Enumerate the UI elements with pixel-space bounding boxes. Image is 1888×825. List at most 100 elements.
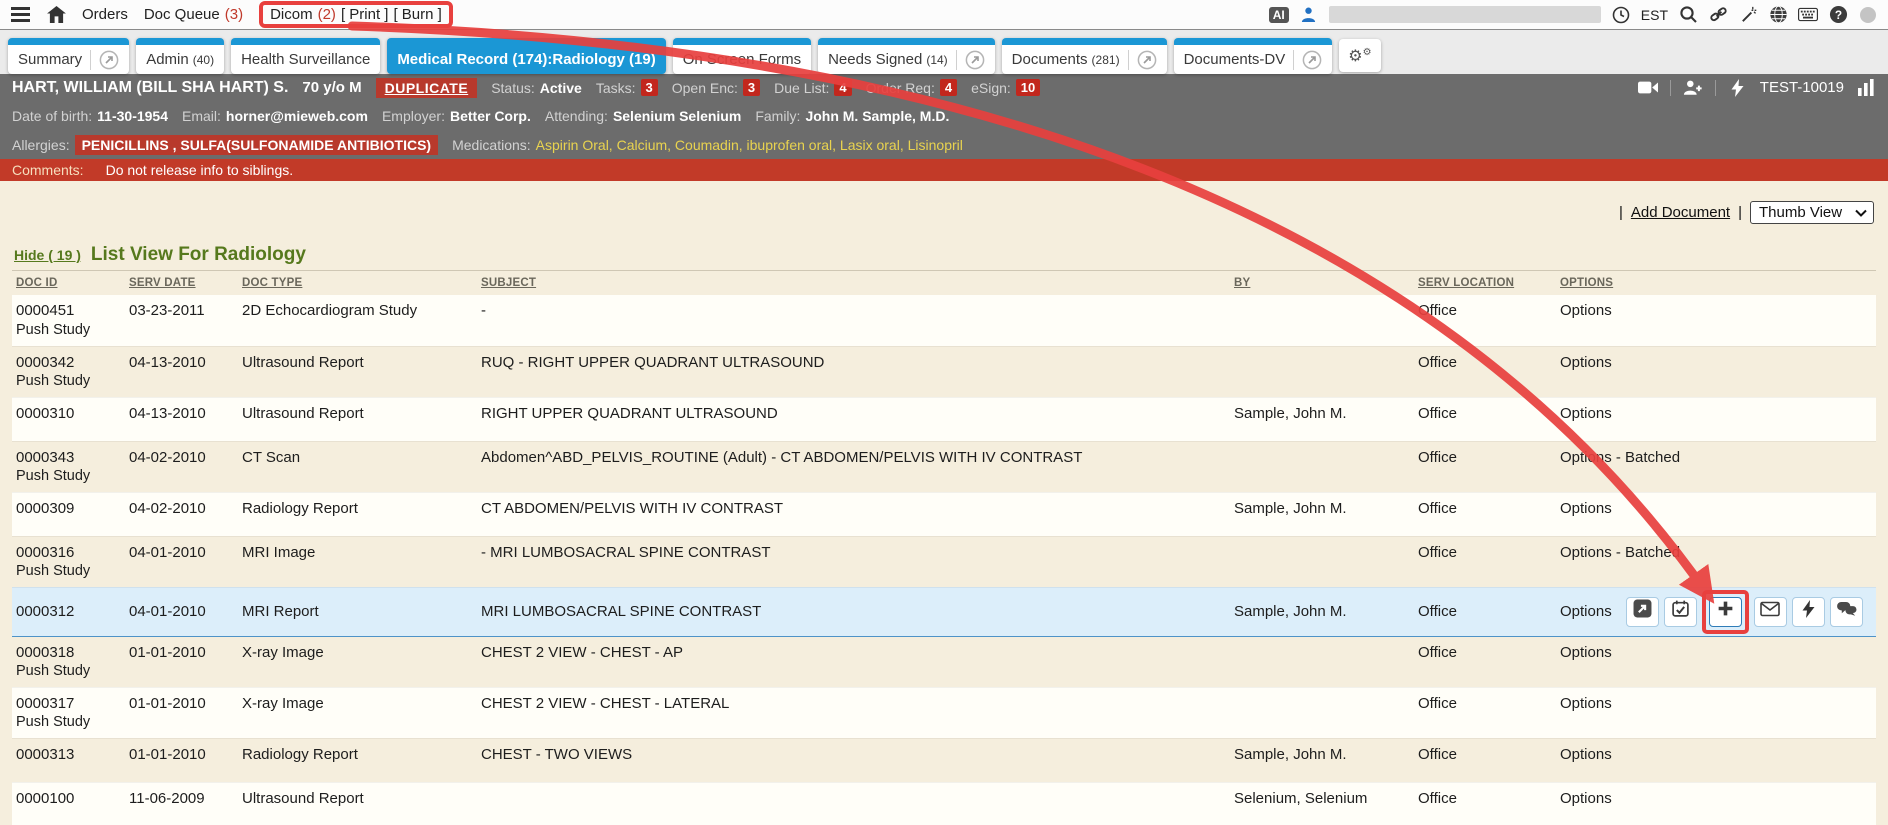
hamburger-menu-icon[interactable] (10, 5, 30, 25)
chart-id[interactable]: TEST-10019 (1760, 79, 1844, 96)
wand-icon[interactable] (1738, 5, 1758, 25)
doc-id-link[interactable]: 0000310 (16, 404, 121, 424)
push-study-link[interactable]: Push Study (16, 713, 121, 732)
table-row[interactable]: 0000342Push Study04-13-2010Ultrasound Re… (12, 346, 1876, 397)
nav-orders[interactable]: Orders (82, 6, 128, 23)
column-header-serv-location[interactable]: SERV LOCATION (1414, 271, 1556, 296)
email-button[interactable] (1754, 597, 1787, 627)
push-study-link[interactable]: Push Study (16, 321, 121, 340)
help-icon[interactable]: ? (1828, 5, 1848, 25)
tab-on-screen-forms[interactable]: On Screen Forms (673, 38, 811, 74)
table-row[interactable]: 000010011-06-2009Ultrasound ReportSeleni… (12, 782, 1876, 825)
counter-badge[interactable]: 3 (743, 79, 760, 96)
table-row[interactable]: 0000317Push Study01-01-2010X-ray ImageCH… (12, 687, 1876, 738)
user-icon[interactable] (1299, 5, 1319, 25)
cell-doc-id: 0000310 (12, 397, 125, 441)
link-icon[interactable] (1708, 5, 1728, 25)
add-user-icon[interactable] (1683, 78, 1703, 98)
table-row[interactable]: 000031301-01-2010Radiology ReportCHEST -… (12, 738, 1876, 782)
doc-id-link[interactable]: 0000317 (16, 694, 121, 714)
open-new-window-icon[interactable] (1128, 50, 1157, 70)
comments-button[interactable] (1830, 597, 1863, 627)
globe-icon[interactable] (1768, 5, 1788, 25)
push-study-link[interactable]: Push Study (16, 662, 121, 681)
options-link[interactable]: Options (1560, 602, 1612, 622)
doc-id-link[interactable]: 0000343 (16, 448, 121, 468)
doc-id-link[interactable]: 0000312 (16, 602, 121, 622)
table-row[interactable]: 000030904-02-2010Radiology ReportCT ABDO… (12, 492, 1876, 536)
open-new-window-icon[interactable] (1293, 50, 1322, 70)
options-link[interactable]: Options (1560, 404, 1612, 424)
doc-id-link[interactable]: 0000316 (16, 543, 121, 563)
cell-by (1230, 441, 1414, 492)
quick-bolt-icon[interactable] (1728, 78, 1748, 98)
counter-badge[interactable]: 4 (940, 79, 957, 96)
cell-subject: RIGHT UPPER QUADRANT ULTRASOUND (477, 397, 1230, 441)
add-document-link[interactable]: Add Document (1631, 204, 1730, 221)
duplicate-badge[interactable]: DUPLICATE (376, 78, 478, 98)
medications-list[interactable]: Aspirin Oral, Calcium, Coumadin, ibuprof… (536, 137, 963, 153)
tab-admin[interactable]: Admin(40) (136, 38, 224, 74)
counter-badge[interactable]: 3 (641, 79, 658, 96)
table-row[interactable]: 0000343Push Study04-02-2010CT ScanAbdome… (12, 441, 1876, 492)
keyboard-icon[interactable] (1798, 5, 1818, 25)
nav-dicom-annotated[interactable]: Dicom (2) [ Print ] [ Burn ] (259, 1, 453, 28)
tab-health-surveillance[interactable]: Health Surveillance (231, 38, 380, 74)
hide-link[interactable]: Hide ( 19 ) (14, 247, 81, 263)
tab-settings[interactable]: ⚙⚙ (1339, 39, 1380, 72)
options-link[interactable]: Options (1560, 694, 1612, 714)
add-to-dicom-button[interactable] (1709, 597, 1742, 627)
counter-badge[interactable]: 10 (1016, 79, 1040, 96)
allergy-badge[interactable]: PENICILLINS , SULFA(SULFONAMIDE ANTIBIOT… (75, 135, 438, 155)
nav-dicom-burn[interactable]: [ Burn ] (393, 6, 441, 23)
tab-medical-record-174-radiology-19[interactable]: Medical Record (174):Radiology (19) (387, 38, 665, 74)
schedule-button[interactable] (1664, 597, 1697, 627)
tab-documents-dv[interactable]: Documents-DV (1174, 38, 1333, 74)
column-header-doc-type[interactable]: DOC TYPE (238, 271, 477, 296)
home-icon[interactable] (46, 5, 66, 25)
tab-summary[interactable]: Summary (8, 38, 129, 74)
push-study-link[interactable]: Push Study (16, 372, 121, 391)
options-link[interactable]: Options (1560, 745, 1612, 765)
doc-id-link[interactable]: 0000318 (16, 643, 121, 663)
bar-chart-icon[interactable] (1856, 78, 1876, 98)
counter-badge[interactable]: 4 (834, 79, 851, 96)
thumb-view-select[interactable]: Thumb View (1750, 201, 1874, 224)
options-link[interactable]: Options (1560, 301, 1612, 321)
doc-id-link[interactable]: 0000342 (16, 353, 121, 373)
options-link[interactable]: Options (1560, 353, 1612, 373)
column-header-options[interactable]: OPTIONS (1556, 271, 1876, 296)
column-header-subject[interactable]: SUBJECT (477, 271, 1230, 296)
video-camera-icon[interactable] (1638, 78, 1658, 98)
table-row[interactable]: 0000316Push Study04-01-2010MRI Image- MR… (12, 536, 1876, 587)
open-new-window-icon[interactable] (90, 50, 119, 70)
clock-icon[interactable] (1611, 5, 1631, 25)
options-link[interactable]: Options (1560, 789, 1612, 809)
table-row[interactable]: 000031204-01-2010MRI ReportMRI LUMBOSACR… (12, 587, 1876, 636)
doc-id-link[interactable]: 0000451 (16, 301, 121, 321)
search-icon[interactable] (1678, 5, 1698, 25)
table-row[interactable]: 000031004-13-2010Ultrasound ReportRIGHT … (12, 397, 1876, 441)
push-study-link[interactable]: Push Study (16, 467, 121, 486)
column-header-by[interactable]: BY (1230, 271, 1414, 296)
quick-action-button[interactable] (1792, 597, 1825, 627)
nav-dicom-print[interactable]: [ Print ] (341, 6, 389, 23)
tab-documents[interactable]: Documents(281) (1002, 38, 1167, 74)
doc-id-link[interactable]: 0000100 (16, 789, 121, 809)
table-row[interactable]: 0000318Push Study01-01-2010X-ray ImageCH… (12, 636, 1876, 687)
doc-id-link[interactable]: 0000313 (16, 745, 121, 765)
options-link[interactable]: Options (1560, 499, 1612, 519)
options-link[interactable]: Options - Batched (1560, 543, 1680, 563)
nav-doc-queue[interactable]: Doc Queue (3) (144, 6, 243, 23)
doc-id-link[interactable]: 0000309 (16, 499, 121, 519)
options-link[interactable]: Options - Batched (1560, 448, 1680, 468)
push-study-link[interactable]: Push Study (16, 562, 121, 581)
open-document-button[interactable] (1626, 597, 1659, 627)
column-header-doc-id[interactable]: DOC ID (12, 271, 125, 296)
options-link[interactable]: Options (1560, 643, 1612, 663)
tab-needs-signed[interactable]: Needs Signed(14) (818, 38, 995, 74)
table-row[interactable]: 0000451Push Study03-23-20112D Echocardio… (12, 295, 1876, 346)
ai-badge[interactable]: AI (1269, 7, 1289, 23)
open-new-window-icon[interactable] (956, 50, 985, 70)
column-header-serv-date[interactable]: SERV DATE (125, 271, 238, 296)
